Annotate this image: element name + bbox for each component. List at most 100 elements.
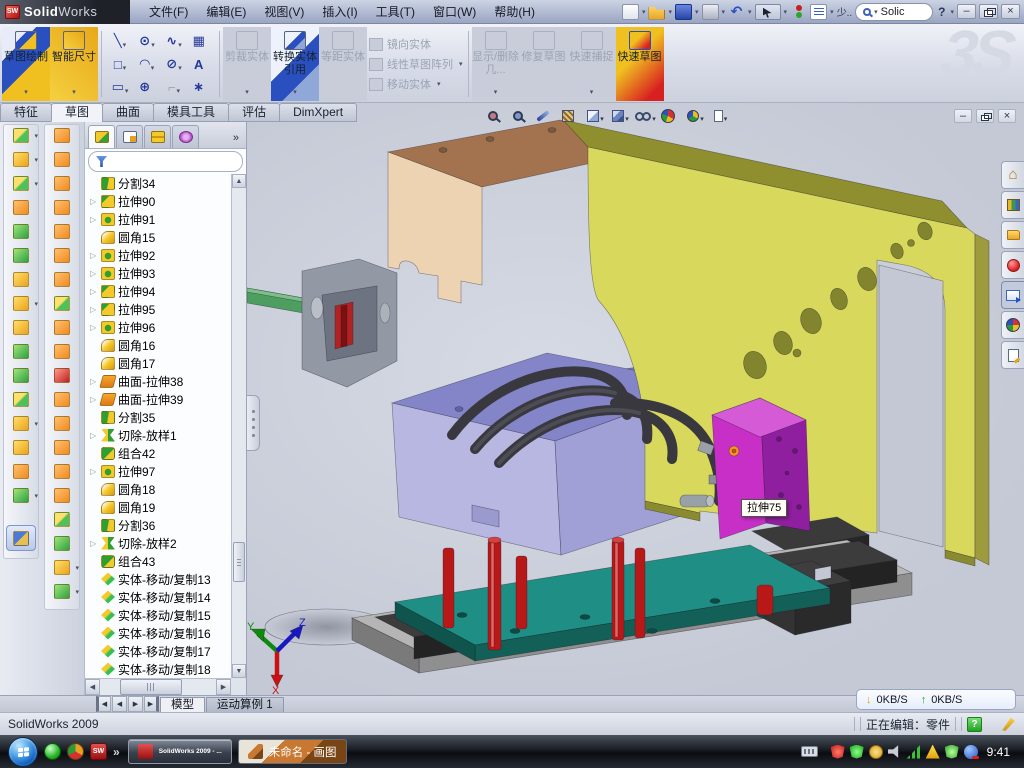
- menu-item[interactable]: 插入(I): [313, 0, 366, 24]
- design-library-icon[interactable]: [1001, 191, 1024, 219]
- tool-dropdown-icon[interactable]: [75, 588, 79, 596]
- menu-item[interactable]: 编辑(E): [197, 0, 255, 24]
- menu-item[interactable]: 帮助(H): [485, 0, 544, 24]
- document-tab[interactable]: 模型: [160, 697, 205, 712]
- security-alert-icon[interactable]: [831, 745, 845, 759]
- menu-item[interactable]: 工具(T): [367, 0, 424, 24]
- quick-snaps-button[interactable]: 快速捕捉: [568, 27, 616, 101]
- feature-tree-item[interactable]: 分割36: [87, 516, 230, 534]
- undo-icon[interactable]: ↶: [728, 4, 745, 20]
- expand-arrow-icon[interactable]: [90, 395, 98, 404]
- shell-icon[interactable]: [6, 245, 36, 266]
- feature-tree-item[interactable]: 实体-移动/复制15: [87, 606, 230, 624]
- feature-tree-item[interactable]: 切除-放样2: [87, 534, 230, 552]
- fillet-icon[interactable]: [6, 173, 36, 194]
- swept-surface-icon[interactable]: [47, 125, 77, 146]
- help-icon[interactable]: ?: [936, 5, 947, 19]
- command-dropdown-icon[interactable]: [24, 86, 28, 101]
- view-tool-dropdown-icon[interactable]: [700, 115, 704, 123]
- dimxpertmanager-tab[interactable]: [172, 125, 199, 148]
- defender-shield-icon[interactable]: [945, 745, 959, 759]
- last-tab-button[interactable]: ▶: [144, 696, 159, 712]
- smart-dimension-button[interactable]: 智能尺寸: [50, 27, 98, 101]
- view-settings-icon[interactable]: [710, 106, 731, 126]
- feature-tree-item[interactable]: 实体-移动/复制13: [87, 570, 230, 588]
- dome-icon[interactable]: [47, 533, 77, 554]
- parting-surface-icon[interactable]: [47, 221, 77, 242]
- file-explorer-icon[interactable]: [1001, 221, 1024, 249]
- tool-dropdown-icon[interactable]: [123, 64, 127, 72]
- flatten-surface-icon[interactable]: [47, 461, 77, 482]
- repair-sketch-button[interactable]: 修复草图: [520, 27, 568, 101]
- quick-launch-overflow-icon[interactable]: »: [113, 745, 120, 759]
- print-icon[interactable]: [702, 4, 719, 20]
- command-manager-tab[interactable]: 曲面: [102, 103, 154, 122]
- command-dropdown-icon[interactable]: [590, 86, 594, 101]
- tool-dropdown-icon[interactable]: [151, 41, 155, 49]
- feature-tree-item[interactable]: 圆角15: [87, 228, 230, 246]
- signal-icon[interactable]: [907, 745, 921, 759]
- mirror-entities-button[interactable]: 镜向实体: [369, 36, 463, 52]
- axis-icon[interactable]: [6, 461, 36, 482]
- next-tab-button[interactable]: ▶: [128, 696, 143, 712]
- arc-tool[interactable]: ◠: [134, 53, 160, 76]
- zoom-area-icon[interactable]: [510, 106, 531, 126]
- hide-show-items-icon[interactable]: [635, 106, 656, 126]
- view-palette-icon[interactable]: [1001, 281, 1024, 309]
- tool-dropdown-icon[interactable]: [178, 41, 182, 49]
- command-manager-tab[interactable]: 评估: [228, 103, 280, 122]
- plane-icon[interactable]: [6, 437, 36, 458]
- feature-tree-item[interactable]: 组合42: [87, 444, 230, 462]
- trim-entities-button[interactable]: 剪裁实体: [223, 27, 271, 101]
- expand-arrow-icon[interactable]: [90, 197, 98, 206]
- feature-tree-item[interactable]: 实体-移动/复制16: [87, 624, 230, 642]
- doc-minimize-button[interactable]: –: [954, 109, 972, 123]
- expand-arrow-icon[interactable]: [90, 251, 98, 260]
- expand-arrow-icon[interactable]: [90, 539, 98, 548]
- featuremanager-tab[interactable]: [88, 125, 115, 148]
- rib-icon[interactable]: [6, 317, 36, 338]
- move-entities-button[interactable]: 移动实体: [369, 76, 463, 92]
- feature-tree-item[interactable]: 分割35: [87, 408, 230, 426]
- close-button[interactable]: ×: [1001, 4, 1020, 19]
- tool-dropdown-icon[interactable]: [177, 87, 181, 95]
- lofted-boss-icon[interactable]: [6, 221, 36, 242]
- circle-tool[interactable]: ⊙: [134, 30, 160, 53]
- panel-overflow-chevron[interactable]: »: [233, 132, 244, 148]
- point-tool[interactable]: ∗: [188, 76, 214, 99]
- slot-tool[interactable]: ▭: [107, 76, 133, 99]
- scroll-right-icon[interactable]: ▶: [216, 679, 231, 695]
- planar-surface-icon[interactable]: [47, 269, 77, 290]
- feature-tree-item[interactable]: 圆角18: [87, 480, 230, 498]
- section-view-icon[interactable]: [560, 106, 581, 126]
- fillet-surface-icon[interactable]: [47, 509, 77, 530]
- feature-tree-item[interactable]: 拉伸97: [87, 462, 230, 480]
- taskbar-task-button[interactable]: SolidWorks 2009 - ...: [128, 739, 232, 764]
- parting-line-icon[interactable]: [47, 173, 77, 194]
- slide-insert-body[interactable]: [712, 398, 810, 539]
- appearances-scenes-icon[interactable]: [1001, 311, 1024, 339]
- line-tool[interactable]: ╲: [107, 30, 133, 53]
- solidworks-launcher-icon[interactable]: SW: [90, 743, 107, 760]
- first-tab-button[interactable]: ◀: [96, 696, 111, 712]
- tree-horizontal-scrollbar[interactable]: ◀ ▶: [85, 678, 231, 695]
- new-dropdown-icon[interactable]: [642, 8, 646, 16]
- menu-item[interactable]: 文件(F): [140, 0, 197, 24]
- save-icon[interactable]: [675, 4, 692, 20]
- input-method-keyboard-icon[interactable]: [801, 746, 818, 757]
- messenger-icon[interactable]: [44, 743, 61, 760]
- feature-tree-item[interactable]: 圆角19: [87, 498, 230, 516]
- scroll-down-icon[interactable]: ▼: [232, 664, 246, 678]
- expand-arrow-icon[interactable]: [90, 431, 98, 440]
- edit-appearance-icon[interactable]: [660, 106, 681, 126]
- tool-dropdown-icon[interactable]: [34, 492, 38, 500]
- search-box[interactable]: Solic: [855, 3, 933, 21]
- feature-tree-item[interactable]: 实体-移动/复制17: [87, 642, 230, 660]
- select-dropdown-icon[interactable]: [784, 8, 788, 16]
- move-copy-body-icon[interactable]: [6, 389, 36, 410]
- tool-dropdown-icon[interactable]: [34, 420, 38, 428]
- command-manager-tab[interactable]: 草图: [51, 103, 103, 122]
- extruded-boss-icon[interactable]: [6, 125, 36, 146]
- search-dropdown-icon[interactable]: [874, 8, 878, 16]
- feature-tree-item[interactable]: 实体-移动/复制18: [87, 660, 230, 678]
